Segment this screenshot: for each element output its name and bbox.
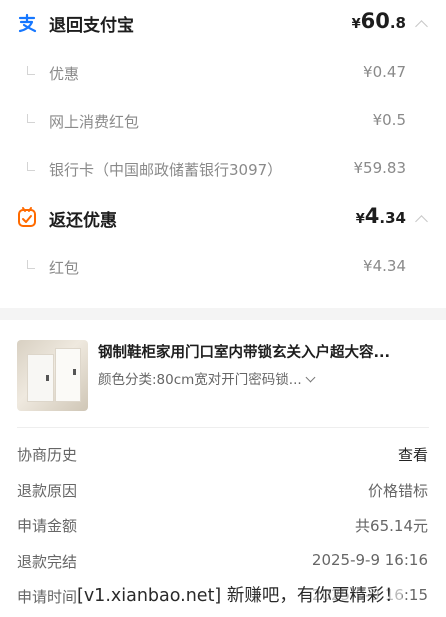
alipay-refund-header[interactable]: 退回支付宝 ¥60.8 [0, 8, 446, 38]
product-spec[interactable]: 颜色分类:80cm宽对开门密码锁... [98, 368, 316, 388]
info-value-amount: 共65.14元 [355, 517, 428, 535]
section-gap [0, 308, 446, 320]
tree-connector-icon [27, 162, 35, 171]
collapse-chevron-icon[interactable] [415, 20, 428, 33]
info-label-reason: 退款原因 [17, 482, 78, 500]
collapse-chevron-icon[interactable] [415, 215, 428, 228]
refund-breakdown: 退回支付宝 ¥60.8 优惠 ¥0.47 网上消费红包 ¥0.5 银行卡（中国邮… [0, 0, 446, 308]
refund-item-amount: ¥0.47 [363, 63, 406, 81]
refund-item: 网上消费红包 ¥0.5 [0, 108, 446, 134]
cashback-title: 返还优惠 [49, 211, 117, 231]
chevron-down-icon [305, 372, 316, 383]
tree-connector-icon [27, 260, 35, 269]
info-value-completed: 2025-9-9 16:16 [311, 551, 428, 569]
watermark-text: [v1.xianbao.net] 新赚吧，有你更精彩！ [77, 582, 402, 607]
info-value-reason: 价格错标 [367, 482, 428, 500]
info-label-amount: 申请金额 [17, 517, 78, 535]
divider [17, 427, 429, 428]
refund-item-label: 优惠 [49, 65, 80, 83]
cashback-item-amount: ¥4.34 [363, 257, 406, 275]
refund-item-amount: ¥0.5 [372, 111, 406, 129]
view-history-link[interactable]: 查看 [398, 444, 428, 465]
refund-item: 银行卡（中国邮政储蓄银行3097） ¥59.83 [0, 156, 446, 182]
refund-item: 优惠 ¥0.47 [0, 60, 446, 86]
coupon-icon [18, 207, 36, 227]
info-label-history: 协商历史 [17, 446, 78, 464]
product-title[interactable]: 钢制鞋柜家用门口室内带锁玄关入户超大容... [98, 341, 390, 362]
info-label-completed: 退款完结 [17, 553, 78, 571]
info-label-applied: 申请时间 [17, 588, 78, 606]
alipay-refund-title: 退回支付宝 [49, 16, 134, 36]
refund-item-amount: ¥59.83 [353, 159, 407, 177]
alipay-icon [18, 13, 37, 33]
cashback-item-label: 红包 [49, 259, 80, 277]
product-thumbnail[interactable] [17, 340, 88, 411]
cashback-item: 红包 ¥4.34 [0, 254, 446, 280]
cabinet-illustration [27, 354, 54, 402]
alipay-refund-amount: ¥60.8 [351, 9, 406, 33]
tree-connector-icon [27, 114, 35, 123]
refund-item-label: 网上消费红包 [49, 113, 140, 131]
tree-connector-icon [27, 66, 35, 75]
refund-item-label: 银行卡（中国邮政储蓄银行3097） [49, 161, 283, 179]
cabinet-illustration [55, 348, 81, 402]
cashback-header[interactable]: 返还优惠 ¥4.34 [0, 202, 446, 232]
cashback-amount: ¥4.34 [355, 204, 406, 228]
